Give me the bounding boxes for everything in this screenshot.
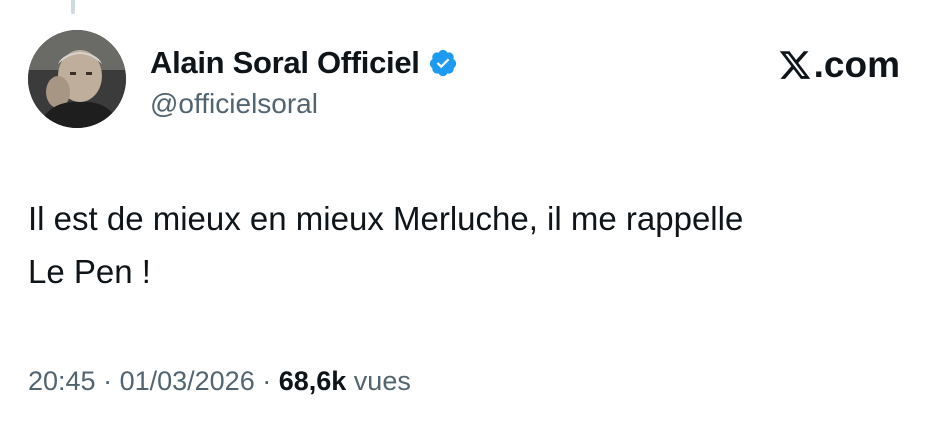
author-handle[interactable]: @officielsoral: [150, 88, 318, 120]
meta-separator: ·: [95, 366, 120, 396]
tweet-time[interactable]: 20:45: [28, 366, 96, 397]
thread-connector-line: [71, 0, 75, 14]
views-label: vues: [346, 366, 411, 396]
views-count: 68,6k: [278, 366, 347, 396]
author-display-name[interactable]: Alain Soral Officiel: [150, 45, 420, 81]
avatar-photo-icon: [28, 30, 126, 128]
tweet-metadata: 20:45 · 01/03/2026 · 68,6k vues: [28, 366, 411, 397]
verified-badge-icon: [428, 48, 458, 78]
tweet-date[interactable]: 01/03/2026: [120, 366, 255, 397]
brand-watermark: .com: [778, 44, 900, 86]
tweet-body: Il est de mieux en mieux Merluche, il me…: [28, 192, 918, 298]
avatar[interactable]: [28, 30, 126, 128]
author-name-row: Alain Soral Officiel: [150, 43, 458, 83]
x-logo-icon: [778, 48, 812, 82]
meta-separator: ·: [254, 366, 279, 396]
brand-domain-text: .com: [813, 44, 900, 85]
tweet-line-2: Le Pen !: [28, 253, 151, 290]
tweet-line-1: Il est de mieux en mieux Merluche, il me…: [28, 200, 744, 237]
